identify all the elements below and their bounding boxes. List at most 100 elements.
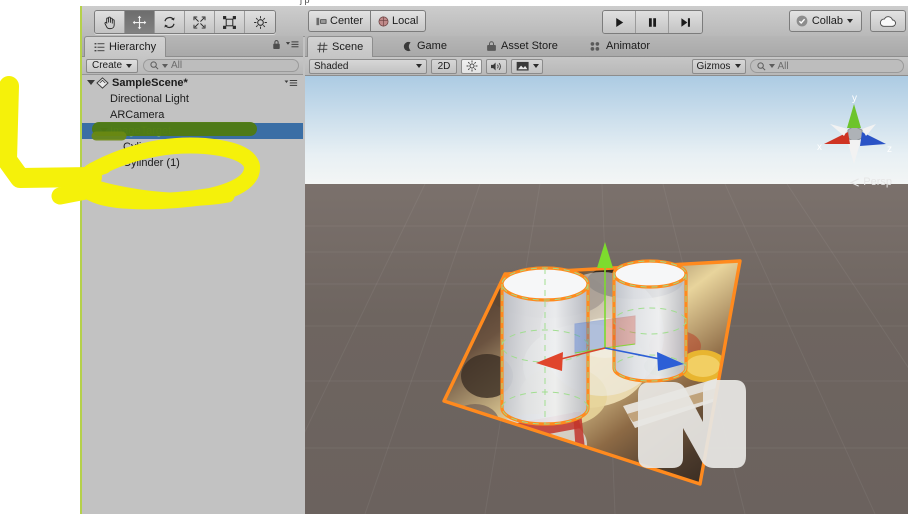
transform-icon	[253, 15, 267, 29]
shading-mode-dropdown[interactable]: Shaded	[309, 58, 427, 74]
rotation-mode-button[interactable]: Local	[370, 10, 427, 32]
panel-menu-icon[interactable]	[285, 40, 299, 50]
scene-orientation-gizmo[interactable]: y x z	[808, 88, 900, 180]
gizmos-dropdown[interactable]: Gizmos	[691, 58, 746, 74]
hand-tool-button[interactable]	[95, 11, 125, 33]
scene-toolbar: Shaded 2D Gizmos All	[305, 57, 908, 76]
expand-arrow-icon[interactable]	[86, 78, 96, 88]
chevron-down-icon	[416, 64, 422, 68]
tab-game[interactable]: Game	[393, 36, 456, 56]
local-icon	[378, 16, 389, 26]
audio-toggle-button[interactable]	[486, 58, 507, 74]
main-toolbar: Center Local Collab	[82, 6, 908, 37]
scene-search-placeholder: All	[777, 60, 789, 72]
speaker-icon	[491, 61, 501, 71]
pivot-mode-button[interactable]: Center	[308, 10, 371, 32]
scene-row-menu-icon[interactable]	[284, 79, 298, 91]
tab-asset-store[interactable]: Asset Store	[477, 36, 567, 56]
rotate-icon	[164, 16, 175, 28]
create-button[interactable]: Create	[86, 58, 139, 73]
step-button[interactable]	[669, 11, 702, 33]
view-2d-label: 2D	[437, 60, 451, 72]
lighting-toggle-button[interactable]	[461, 58, 482, 74]
image-effects-icon	[516, 61, 529, 71]
lock-icon[interactable]	[272, 39, 281, 50]
gamepad-icon	[403, 41, 411, 51]
projection-mode-label-wrap[interactable]: Persp	[850, 176, 892, 188]
center-icon	[316, 17, 327, 25]
step-icon	[681, 17, 690, 27]
search-filter-chevron-icon[interactable]	[162, 63, 169, 68]
tab-animator[interactable]: Animator	[581, 36, 659, 56]
hierarchy-row-cylinder[interactable]: Cylinder	[82, 139, 303, 155]
hierarchy-row-arcamera[interactable]: ARCamera	[82, 107, 303, 123]
play-icon	[615, 17, 623, 27]
sun-icon	[466, 60, 477, 72]
scale-icon	[193, 16, 206, 28]
gizmo-axis-x-label: x	[817, 142, 822, 153]
collab-check-icon	[796, 15, 808, 27]
hierarchy-tree: SampleScene* Directional Light ARCamera …	[82, 75, 303, 514]
hierarchy-icon	[94, 42, 105, 51]
hierarchy-row-label: Directional Light	[110, 93, 189, 105]
play-button[interactable]	[603, 11, 636, 33]
hand-icon	[104, 16, 115, 29]
rotation-mode-label: Local	[392, 15, 419, 27]
hierarchy-search-placeholder: All	[171, 60, 183, 71]
tab-hierarchy[interactable]: Hierarchy	[84, 36, 167, 57]
scale-tool-button[interactable]	[185, 11, 215, 33]
hierarchy-row-label: SampleScene*	[112, 77, 188, 89]
grid-icon	[317, 42, 328, 52]
chevron-down-icon	[847, 19, 853, 23]
transform-tool-button[interactable]	[245, 11, 275, 33]
services-cloud-button[interactable]	[870, 10, 906, 32]
scene-viewport[interactable]: y x z Persp	[305, 76, 908, 514]
effects-toggle-button[interactable]	[511, 58, 543, 74]
tab-asset-store-label: Asset Store	[501, 40, 558, 52]
hierarchy-tab-actions	[272, 39, 299, 50]
scene-panel: Scene Game Asset Store Animator Shaded 2…	[305, 36, 908, 514]
rotate-tool-button[interactable]	[155, 11, 185, 33]
hierarchy-row-imagetarget[interactable]: ImageTarget	[82, 123, 303, 139]
expand-arrow-icon[interactable]	[99, 126, 109, 136]
screenshot-root: j p Center Local Collab Hierarchy Create…	[0, 0, 908, 514]
shading-mode-label: Shaded	[314, 60, 349, 72]
gizmos-label: Gizmos	[696, 60, 731, 72]
transform-tools-group	[94, 10, 276, 34]
scene-tabbar: Scene Game Asset Store Animator	[305, 36, 908, 57]
hierarchy-row-cylinder-1[interactable]: Cylinder (1)	[82, 155, 303, 171]
collab-button[interactable]: Collab	[788, 10, 862, 32]
projection-mode-label: Persp	[863, 176, 892, 188]
collab-label: Collab	[811, 15, 843, 27]
desktop-background	[0, 0, 80, 514]
search-filter-chevron-icon[interactable]	[768, 64, 775, 68]
chevron-down-icon	[126, 63, 133, 68]
pause-button[interactable]	[636, 11, 669, 33]
hierarchy-row-scene[interactable]: SampleScene*	[82, 75, 303, 91]
menubar-ghost-text: j p	[300, 0, 310, 5]
rect-tool-button[interactable]	[215, 11, 245, 33]
search-icon	[756, 61, 765, 70]
hierarchy-row-directional-light[interactable]: Directional Light	[82, 91, 303, 107]
hierarchy-subtoolbar: Create All	[82, 57, 303, 75]
tab-scene-label: Scene	[332, 41, 364, 53]
cloud-icon	[879, 15, 896, 27]
hierarchy-row-label: ImageTarget	[110, 125, 172, 137]
tab-scene[interactable]: Scene	[307, 36, 374, 57]
search-icon	[150, 61, 159, 70]
tab-hierarchy-label: Hierarchy	[109, 41, 157, 53]
hierarchy-row-label: ARCamera	[110, 109, 165, 121]
hierarchy-search-input[interactable]: All	[143, 59, 299, 72]
create-label: Create	[92, 60, 123, 71]
chevron-down-icon	[532, 64, 539, 68]
tab-game-label: Game	[417, 40, 447, 52]
pause-icon	[648, 17, 656, 27]
view-2d-toggle[interactable]: 2D	[431, 58, 457, 74]
playback-controls	[602, 10, 703, 34]
tab-animator-label: Animator	[606, 40, 651, 52]
scene-search-input[interactable]: All	[749, 59, 904, 73]
chevron-down-icon	[734, 64, 741, 68]
move-tool-button[interactable]	[125, 11, 155, 33]
hierarchy-row-label: Cylinder (1)	[123, 157, 180, 169]
rect-icon	[223, 15, 236, 29]
